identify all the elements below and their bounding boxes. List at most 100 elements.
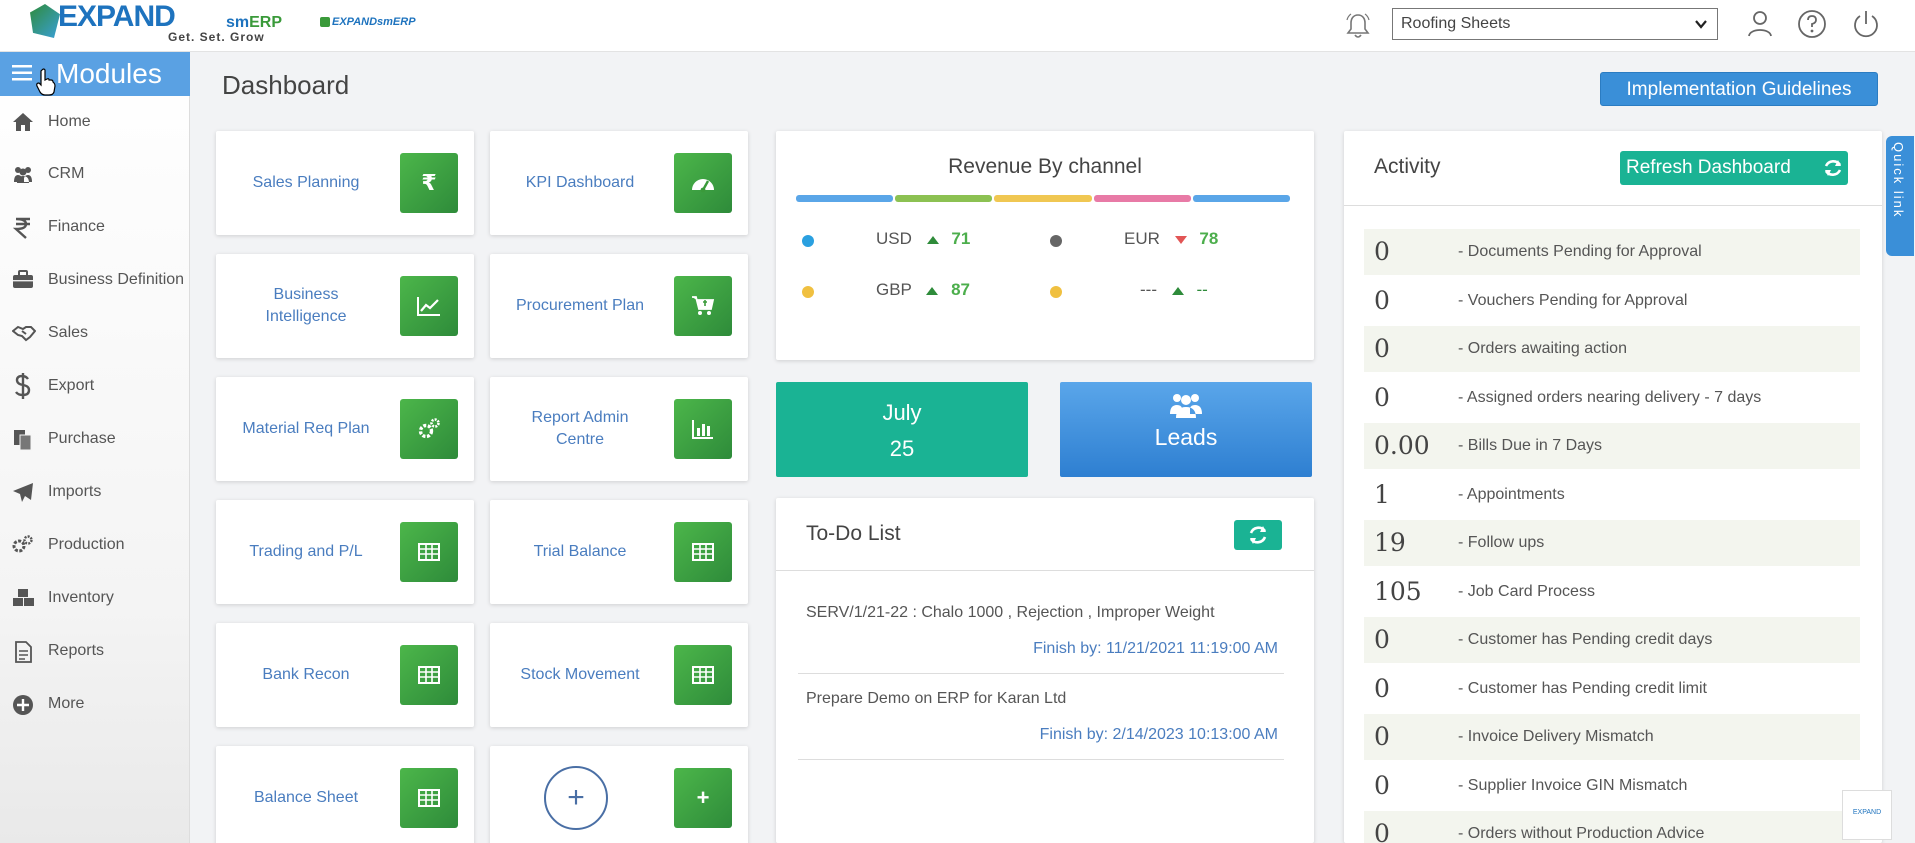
revenue-bar-segment (796, 195, 894, 202)
leads-card[interactable]: Leads (1060, 382, 1312, 477)
date-card[interactable]: July 25 (776, 382, 1028, 477)
bar-chart-icon[interactable] (674, 399, 732, 459)
activity-row[interactable]: 0.00 - Bills Due in 7 Days (1364, 423, 1860, 469)
sidebar-item-crm[interactable]: CRM (0, 154, 190, 194)
sidebar: Modules Home CRM Finance Business Defini… (0, 52, 190, 843)
refresh-icon[interactable] (1234, 520, 1282, 550)
activity-label: - Job Card Process (1458, 582, 1595, 600)
help-icon[interactable] (1796, 8, 1828, 40)
tile-add-shortcut[interactable]: + + (490, 746, 748, 843)
hand-cursor-icon (36, 68, 56, 96)
table-icon[interactable] (400, 768, 458, 828)
sidebar-item-business-definition[interactable]: Business Definition (0, 260, 190, 300)
activity-row[interactable]: 0 - Invoice Delivery Mismatch (1364, 714, 1860, 760)
tile-procurement-plan[interactable]: Procurement Plan (490, 254, 748, 358)
notification-bell-icon[interactable] (1344, 12, 1372, 40)
hamburger-icon[interactable] (12, 65, 32, 81)
sidebar-item-sales[interactable]: Sales (0, 313, 190, 353)
channel-other: --- -- (1140, 280, 1208, 300)
activity-count: 0 (1374, 382, 1390, 412)
sidebar-item-imports[interactable]: Imports (0, 472, 190, 512)
add-circle-icon[interactable]: + (544, 766, 608, 830)
implementation-guidelines-button[interactable]: Implementation Guidelines (1600, 72, 1878, 106)
tile-label: Trial Balance (533, 542, 627, 560)
plus-icon[interactable]: + (674, 768, 732, 828)
trend-up-icon (926, 286, 939, 295)
activity-count: 0 (1374, 625, 1390, 654)
sidebar-item-home[interactable]: Home (0, 102, 190, 142)
company-select[interactable]: Roofing Sheets (1392, 8, 1718, 40)
sidebar-item-finance[interactable]: Finance (0, 207, 190, 247)
user-icon[interactable] (1744, 8, 1776, 40)
activity-label: - Invoice Delivery Mismatch (1458, 728, 1654, 745)
expand-logo[interactable]: EXPAND smERP Get. Set. Grow (24, 0, 294, 50)
activity-row[interactable]: 0 - Orders awaiting action (1364, 326, 1860, 372)
logo-mark-icon (30, 4, 60, 38)
activity-count: 0 (1374, 285, 1390, 315)
refresh-dashboard-label: Refresh Dashboard (1626, 157, 1791, 178)
tile-label: Report Admin Centre (531, 408, 629, 448)
sidebar-item-purchase[interactable]: Purchase (0, 419, 190, 459)
boxes-icon (12, 588, 34, 608)
channel-name: --- (1140, 280, 1157, 299)
rupee-icon[interactable]: ₹ (400, 153, 458, 213)
activity-row[interactable]: 0 - Supplier Invoice GIN Mismatch (1364, 763, 1860, 809)
activity-row[interactable]: 0 - Documents Pending for Approval (1364, 229, 1860, 275)
activity-row[interactable]: 0 - Customer has Pending credit limit (1364, 666, 1860, 712)
sidebar-item-label: CRM (48, 165, 85, 182)
activity-row[interactable]: 0 - Customer has Pending credit days (1364, 617, 1860, 663)
gears-icon[interactable] (400, 399, 458, 459)
line-chart-icon[interactable] (400, 276, 458, 336)
divider (776, 570, 1314, 571)
revenue-bar-segment (895, 195, 993, 202)
todo-item[interactable]: SERV/1/21-22 : Chalo 1000 , Rejection , … (798, 604, 1284, 674)
refresh-dashboard-button[interactable]: Refresh Dashboard (1620, 151, 1848, 185)
tile-kpi-dashboard[interactable]: KPI Dashboard (490, 131, 748, 235)
sidebar-item-inventory[interactable]: Inventory (0, 578, 190, 618)
tile-stock-movement[interactable]: Stock Movement (490, 623, 748, 727)
cart-icon[interactable] (674, 276, 732, 336)
activity-row[interactable]: 1 - Appointments (1364, 472, 1860, 518)
activity-row[interactable]: 105 - Job Card Process (1364, 569, 1860, 615)
activity-row[interactable]: 19 - Follow ups (1364, 520, 1860, 566)
activity-count: 105 (1374, 576, 1422, 606)
table-icon[interactable] (400, 645, 458, 705)
sidebar-item-reports[interactable]: Reports (0, 631, 190, 671)
channel-name: GBP (876, 280, 912, 299)
tile-trading-and-pl[interactable]: Trading and P/L (216, 500, 474, 604)
gears-icon (12, 535, 34, 555)
tile-bank-recon[interactable]: Bank Recon (216, 623, 474, 727)
table-icon[interactable] (674, 522, 732, 582)
activity-row[interactable]: 0 - Vouchers Pending for Approval (1364, 278, 1860, 324)
activity-count: 0.00 (1374, 431, 1430, 460)
activity-label: - Documents Pending for Approval (1458, 243, 1702, 260)
leads-label: Leads (1154, 424, 1218, 450)
sidebar-item-more[interactable]: More (0, 684, 190, 724)
activity-count: 0 (1374, 237, 1390, 266)
tile-balance-sheet[interactable]: Balance Sheet (216, 746, 474, 843)
power-icon[interactable] (1850, 8, 1882, 40)
activity-count: 19 (1374, 528, 1406, 557)
tile-report-admin-centre[interactable]: Report Admin Centre (490, 377, 748, 481)
tile-material-req-plan[interactable]: Material Req Plan (216, 377, 474, 481)
sidebar-item-production[interactable]: Production (0, 525, 190, 565)
tile-label: Material Req Plan (242, 419, 370, 437)
sidebar-item-label: Imports (48, 483, 102, 500)
report-icon (12, 641, 34, 663)
speedometer-icon[interactable] (674, 153, 732, 213)
channel-gbp: GBP 87 (876, 280, 970, 300)
activity-count: 0 (1374, 819, 1390, 843)
table-icon[interactable] (400, 522, 458, 582)
sidebar-item-export[interactable]: Export (0, 366, 190, 406)
quick-link-tab[interactable]: Quick link (1886, 136, 1914, 256)
tile-trial-balance[interactable]: Trial Balance (490, 500, 748, 604)
top-bar: EXPAND smERP Get. Set. Grow EXPANDsmERP … (0, 0, 1915, 52)
tile-business-intelligence[interactable]: Business Intelligence (216, 254, 474, 358)
tile-sales-planning[interactable]: Sales Planning ₹ (216, 131, 474, 235)
activity-row[interactable]: 0 - Orders without Production Advice (1364, 811, 1860, 843)
table-icon[interactable] (674, 645, 732, 705)
modules-header[interactable]: Modules (0, 52, 190, 96)
tile-label: KPI Dashboard (525, 173, 635, 191)
todo-item[interactable]: Prepare Demo on ERP for Karan Ltd Finish… (798, 690, 1284, 760)
activity-row[interactable]: 0 - Assigned orders nearing delivery - 7 … (1364, 375, 1860, 421)
